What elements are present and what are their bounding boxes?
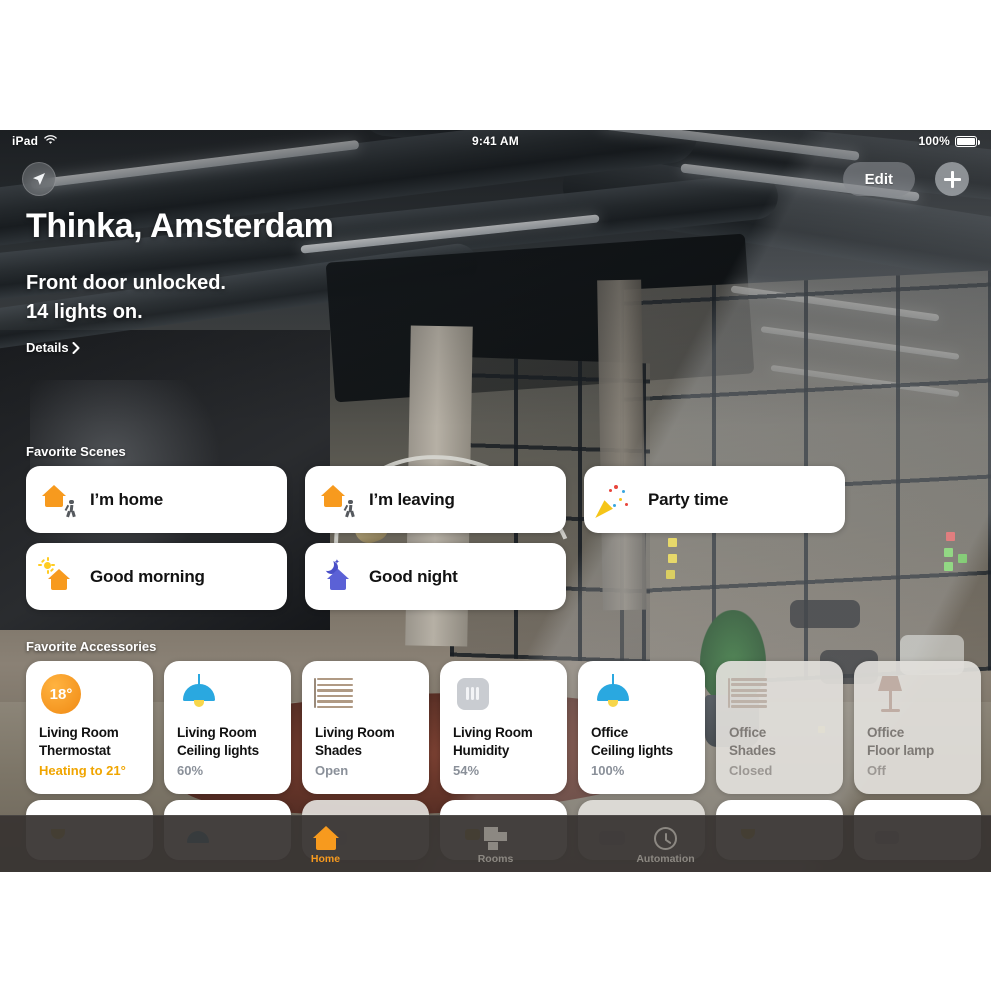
page-title: Thinka, Amsterdam <box>26 207 334 245</box>
accessory-state: 60% <box>177 762 204 778</box>
accessory-name: Office Ceiling lights <box>591 725 673 758</box>
house-person-icon <box>321 484 355 517</box>
accessory-card-living-room-shades[interactable]: Living Room Shades Open <box>302 661 429 794</box>
home-icon <box>312 824 339 850</box>
pendant-light-icon <box>177 674 279 714</box>
accessory-state: 100% <box>591 762 625 778</box>
tab-automation[interactable]: Automation <box>618 824 714 865</box>
scene-label: Good morning <box>90 566 205 586</box>
home-status-line-2: 14 lights on. <box>26 300 143 323</box>
accessory-card-office-ceiling-lights[interactable]: Office Ceiling lights 100% <box>578 661 705 794</box>
tab-home[interactable]: Home <box>278 824 374 865</box>
scene-label: Good night <box>369 566 458 586</box>
moon-house-icon: ✦ <box>321 559 355 592</box>
thermostat-temperature-badge: 18° <box>41 674 81 714</box>
home-status-line-1: Front door unlocked. <box>26 272 226 295</box>
accessory-name: Living Room Humidity <box>453 725 533 758</box>
accessory-name: Living Room Ceiling lights <box>177 725 259 758</box>
status-bar: iPad 9:41 AM 100% <box>0 130 991 152</box>
edit-button[interactable]: Edit <box>842 162 915 196</box>
scene-card-im-leaving[interactable]: I’m leaving <box>305 466 566 533</box>
scene-card-good-night[interactable]: ✦ Good night <box>305 543 566 610</box>
accessory-name: Living Room Shades <box>315 725 395 758</box>
accessory-name: Office Shades <box>729 725 776 758</box>
ipad-screen: iPad 9:41 AM 100% Edit Thinka, Amsterdam… <box>0 130 991 872</box>
humidity-sensor-icon <box>453 674 555 714</box>
favorite-scenes-row-1: I’m home I’m leaving Party time <box>26 466 845 533</box>
floor-lamp-icon <box>867 674 969 714</box>
chevron-right-icon <box>72 341 80 354</box>
home-top-controls: Edit <box>0 160 991 204</box>
scene-label: Party time <box>648 489 729 509</box>
house-person-icon <box>42 484 76 517</box>
accessory-card-living-room-ceiling-lights[interactable]: Living Room Ceiling lights 60% <box>164 661 291 794</box>
accessory-state: 54% <box>453 762 480 778</box>
blinds-open-icon <box>314 674 417 714</box>
accessory-card-office-shades[interactable]: Office Shades Closed <box>716 661 843 794</box>
scene-card-party-time[interactable]: Party time <box>584 466 845 533</box>
tab-label: Rooms <box>477 852 514 865</box>
tab-rooms[interactable]: Rooms <box>448 824 544 865</box>
favorite-accessories-row: 18° Living Room Thermostat Heating to 21… <box>26 661 981 794</box>
accessory-card-office-floor-lamp[interactable]: Office Floor lamp Off <box>854 661 981 794</box>
rooms-icon <box>484 824 507 850</box>
accessory-state: Open <box>315 762 349 778</box>
party-popper-icon <box>591 484 634 522</box>
accessory-name: Living Room Thermostat <box>39 725 119 758</box>
scene-card-good-morning[interactable]: Good morning <box>26 543 287 610</box>
accessory-state: Off <box>867 762 886 778</box>
sun-house-icon <box>38 556 76 592</box>
blinds-closed-icon <box>728 674 831 714</box>
thermostat-icon: 18° <box>39 674 141 714</box>
accessory-state: Heating to 21° <box>39 762 126 778</box>
scene-label: I’m home <box>90 489 164 509</box>
status-bar-time: 9:41 AM <box>472 134 519 148</box>
pendant-light-icon <box>591 674 693 714</box>
plus-icon[interactable] <box>935 162 969 196</box>
scene-label: I’m leaving <box>369 489 455 509</box>
home-hero: Thinka, Amsterdam Front door unlocked. 1… <box>26 207 334 357</box>
tab-bar: Home Rooms Automation <box>0 815 991 872</box>
favorite-scenes-row-2: Good morning ✦ Good night <box>26 543 566 610</box>
details-link[interactable]: Details <box>26 340 80 355</box>
favorite-scenes-heading: Favorite Scenes <box>26 444 126 459</box>
tab-label: Automation <box>636 852 695 865</box>
accessory-state: Closed <box>729 762 773 778</box>
scene-card-im-home[interactable]: I’m home <box>26 466 287 533</box>
accessory-name: Office Floor lamp <box>867 725 935 758</box>
accessory-card-living-room-humidity[interactable]: Living Room Humidity 54% <box>440 661 567 794</box>
battery-full-icon <box>955 135 980 147</box>
accessory-card-living-room-thermostat[interactable]: 18° Living Room Thermostat Heating to 21… <box>26 661 153 794</box>
location-arrow-icon[interactable] <box>22 162 56 196</box>
tab-label: Home <box>310 852 341 865</box>
clock-icon <box>654 824 677 850</box>
favorite-accessories-heading: Favorite Accessories <box>26 639 157 654</box>
details-link-label: Details <box>26 340 69 356</box>
